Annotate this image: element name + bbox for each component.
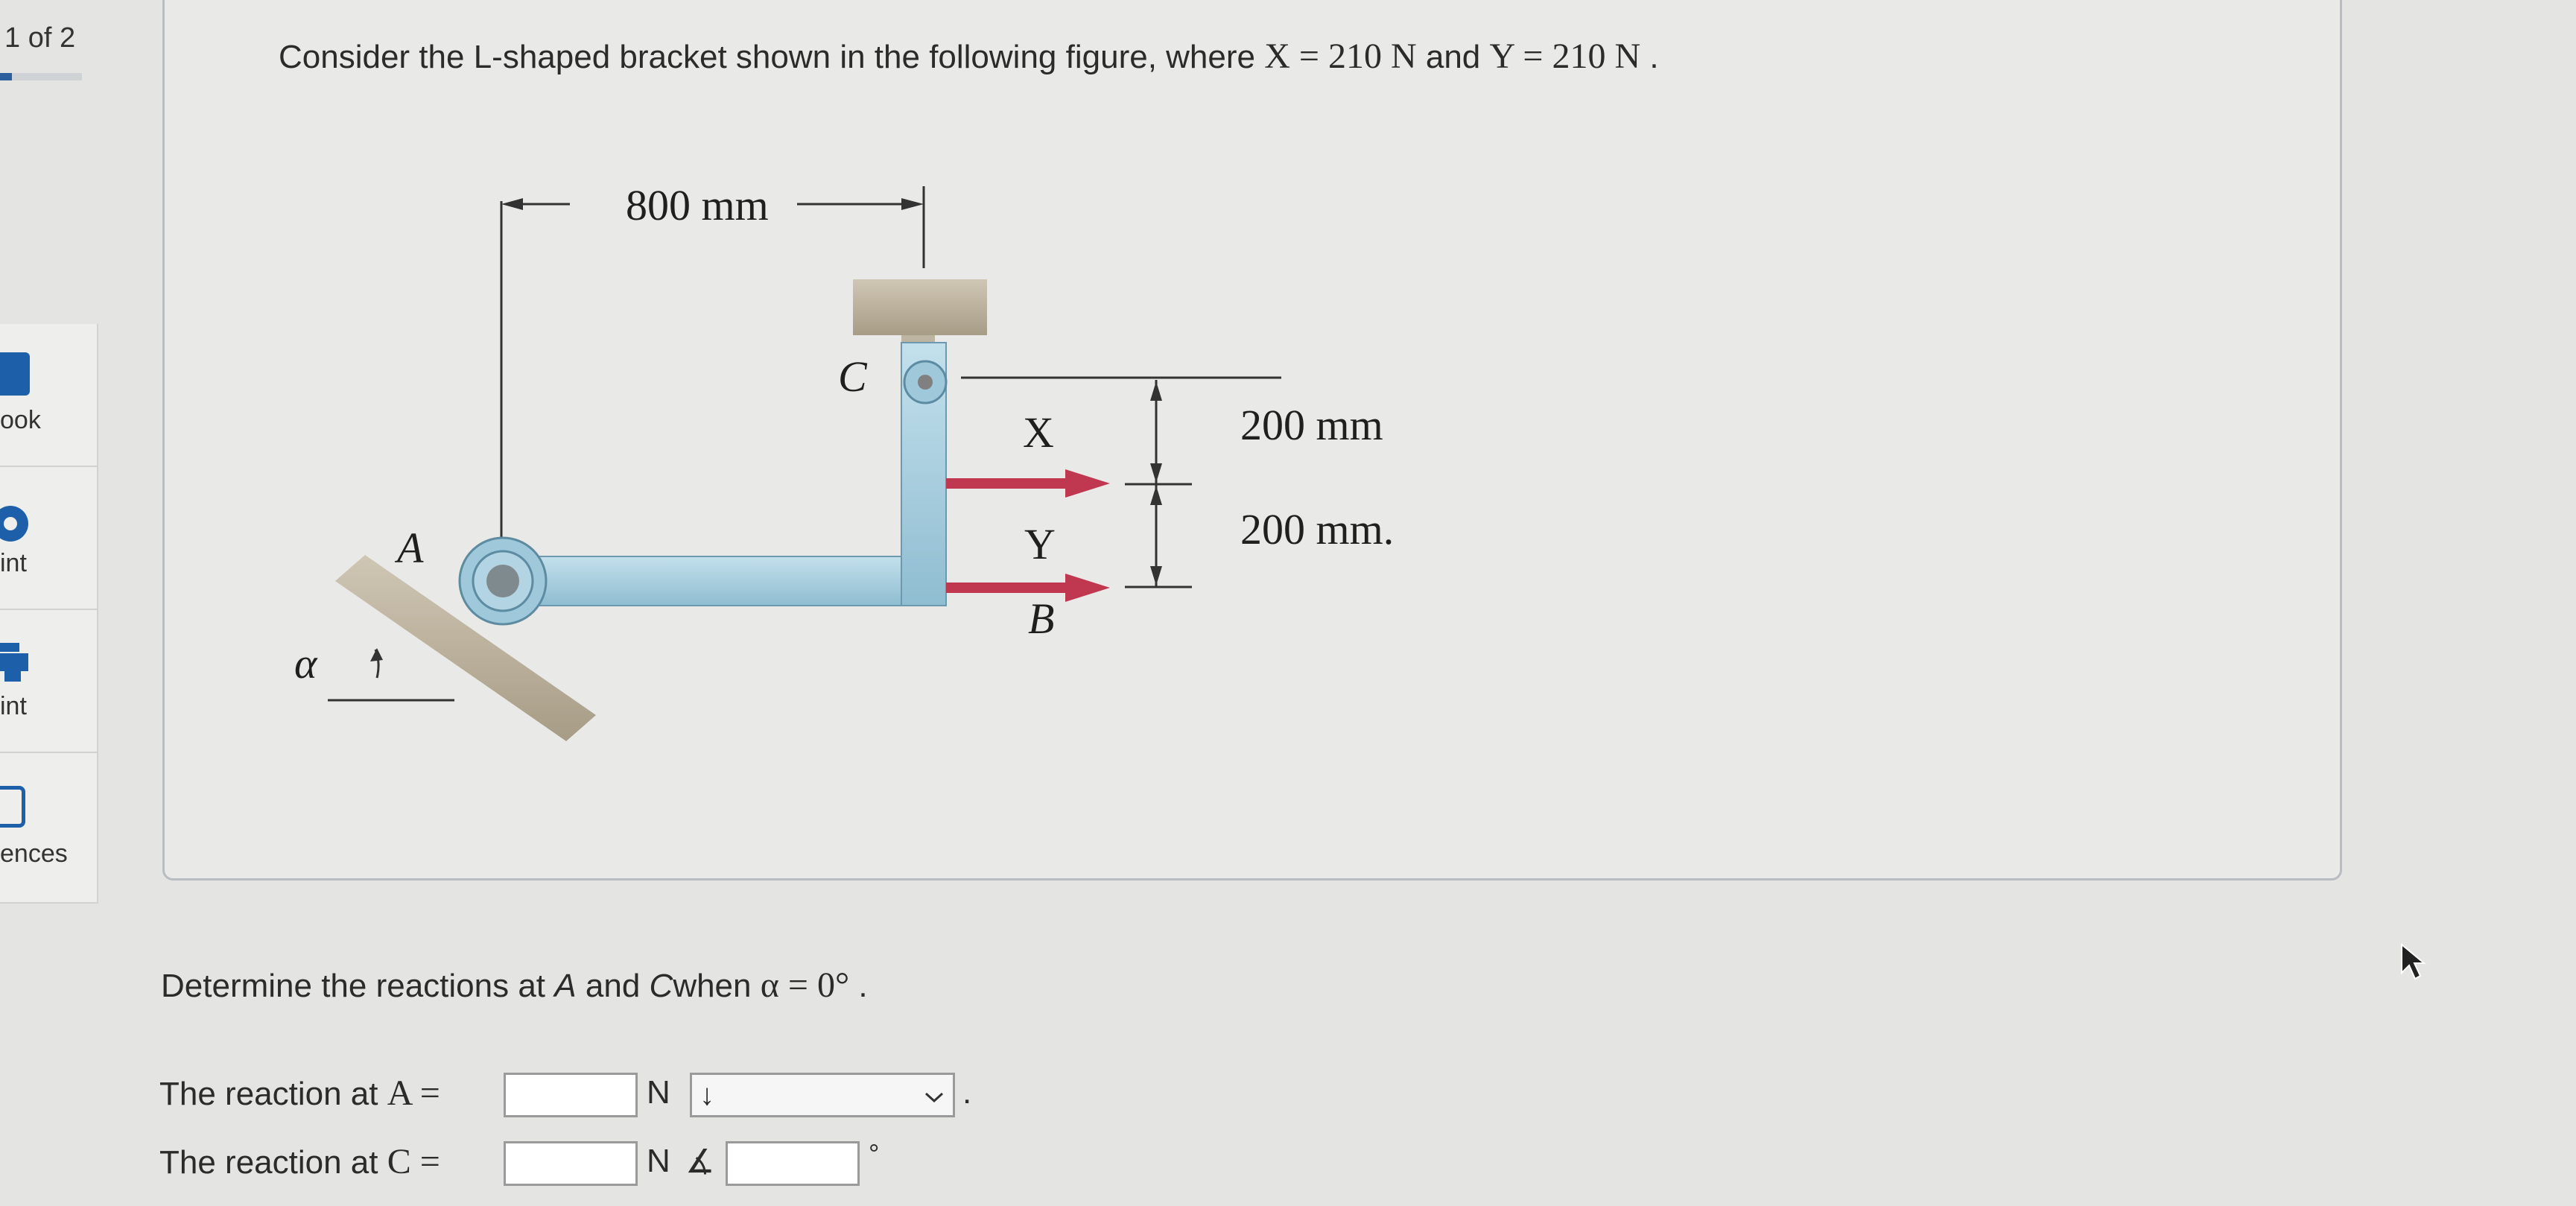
dim-800-label: 800 mm bbox=[626, 181, 769, 229]
left-rail: 1 of 2 ook int int ences bbox=[0, 0, 98, 1206]
progress-fill bbox=[0, 73, 12, 80]
sidebar-item-label: ences bbox=[0, 840, 68, 868]
page-count: 1 of 2 bbox=[4, 22, 76, 54]
sidebar-item-references[interactable]: ences bbox=[0, 753, 98, 904]
dim-200-lower-label: 200 mm. bbox=[1240, 505, 1394, 553]
mouse-cursor-icon bbox=[2400, 942, 2427, 984]
label-a: A bbox=[394, 524, 424, 572]
degree-symbol: ° bbox=[869, 1138, 880, 1169]
label-c: C bbox=[838, 352, 868, 401]
reaction-a-input[interactable] bbox=[504, 1073, 638, 1117]
reaction-c-angle-input[interactable] bbox=[726, 1141, 860, 1186]
question-text: Consider the L-shaped bracket shown in t… bbox=[279, 37, 1659, 76]
sidebar-item-hint[interactable]: int bbox=[0, 467, 98, 610]
ceiling-support bbox=[853, 279, 987, 335]
reaction-c-input[interactable] bbox=[504, 1141, 638, 1186]
progress-track bbox=[0, 73, 82, 80]
book-icon bbox=[0, 352, 30, 396]
reaction-a-period: . bbox=[962, 1074, 972, 1111]
force-y-arrow bbox=[946, 583, 1065, 593]
bracket-horizontal bbox=[502, 556, 906, 606]
reaction-a-direction-value: ↓ bbox=[699, 1078, 714, 1111]
sidebar-item-label: ook bbox=[0, 406, 41, 434]
bracket-figure: 800 mm 200 mm 200 mm. A B C X Y α bbox=[246, 134, 1512, 793]
label-b: B bbox=[1028, 594, 1054, 643]
label-x: X bbox=[1023, 408, 1054, 457]
hint-icon bbox=[0, 504, 31, 545]
y-value: Y = 210 N bbox=[1489, 37, 1641, 76]
reaction-a-direction-select[interactable]: ↓ bbox=[690, 1073, 955, 1117]
reaction-c-unit: N bbox=[647, 1143, 670, 1179]
sidebar-item-label: int bbox=[0, 692, 27, 720]
sidebar-item-label: int bbox=[0, 549, 27, 577]
force-x-arrow bbox=[946, 478, 1065, 489]
chevron-down-icon bbox=[923, 1079, 945, 1112]
reaction-c-label: The reaction at C = bbox=[159, 1142, 440, 1181]
x-value: X = 210 N bbox=[1264, 37, 1417, 76]
label-y: Y bbox=[1024, 520, 1056, 568]
sidebar-item-print[interactable]: int bbox=[0, 610, 98, 753]
label-alpha: α bbox=[294, 639, 318, 688]
dim-200-upper-label: 200 mm bbox=[1240, 401, 1383, 449]
prompt-text: Determine the reactions at A and Cwhen α… bbox=[161, 965, 868, 1005]
angle-icon: ∡ bbox=[685, 1143, 715, 1180]
reaction-a-label: The reaction at A = bbox=[159, 1073, 440, 1113]
print-icon bbox=[0, 641, 30, 685]
sidebar-item-ebook[interactable]: ook bbox=[0, 324, 98, 467]
reaction-a-unit: N bbox=[647, 1074, 670, 1111]
references-icon bbox=[0, 786, 25, 828]
